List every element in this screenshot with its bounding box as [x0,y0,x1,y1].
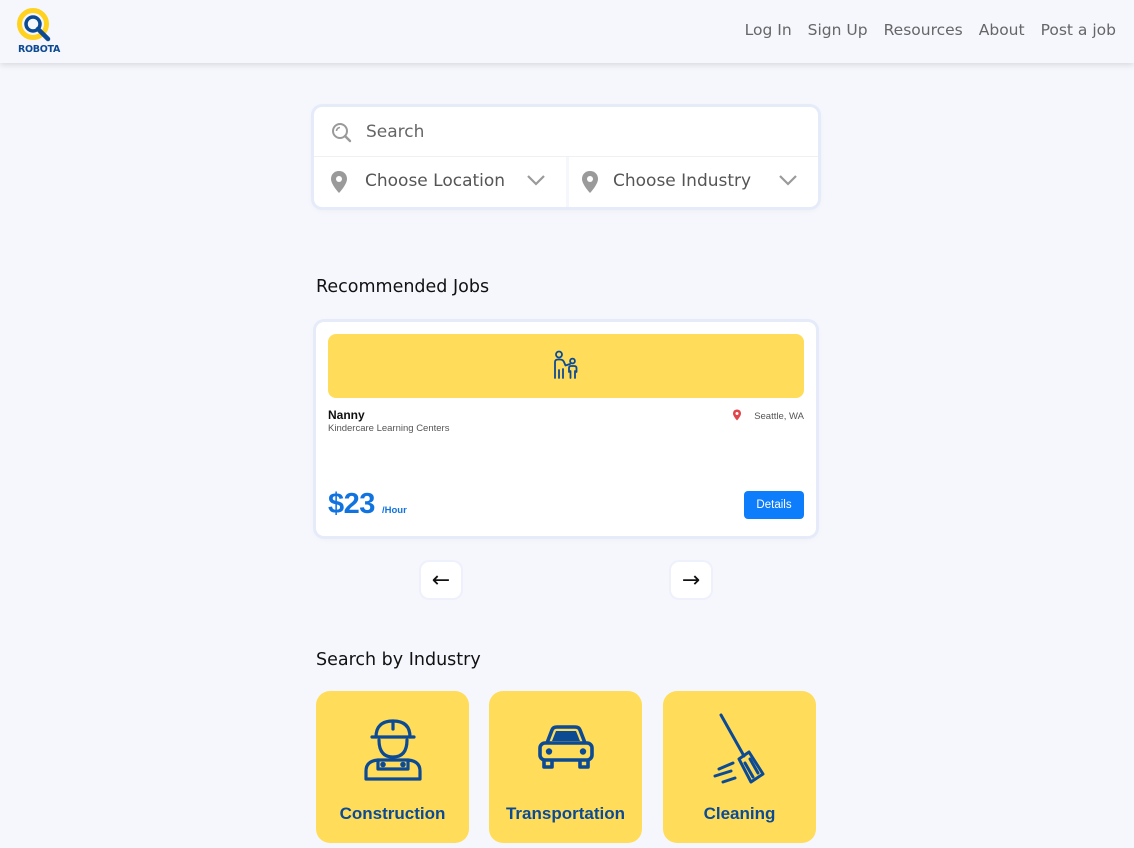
previous-job-button[interactable]: ← [421,562,461,598]
logo-text: ROBOTA [18,44,61,55]
nav-post-job-link[interactable]: Post a job [1041,21,1116,39]
car-icon [537,725,594,769]
nav-login-link[interactable]: Log In [745,21,792,39]
nav-signup-link[interactable]: Sign Up [808,21,868,39]
search-icon [332,123,352,143]
chevron-down-icon [779,175,797,186]
parent-child-icon [554,350,578,379]
industry-tile-construction[interactable]: Construction [316,691,469,843]
main-nav: Log In Sign Up Resources About Post a jo… [745,21,1116,39]
industry-label: Cleaning [703,804,776,823]
industry-label: Transportation [505,804,625,823]
search-by-industry-heading: Search by Industry [316,650,481,670]
job-title[interactable]: Nanny [328,408,365,422]
location-pin-icon [582,171,598,193]
industry-select-label: Choose Industry [613,171,752,191]
chevron-down-icon [527,175,545,186]
next-job-button[interactable]: → [671,562,711,598]
magnifier-logo-icon [17,8,51,42]
location-pin-icon [331,171,347,193]
job-banner [328,334,804,398]
construction-worker-icon [363,719,422,781]
nav-resources-link[interactable]: Resources [884,21,963,39]
top-nav-bar: ROBOTA Log In Sign Up Resources About Po… [0,0,1134,63]
industry-tile-transportation[interactable]: Transportation [489,691,642,843]
recommended-jobs-heading: Recommended Jobs [316,277,490,297]
location-select-label: Choose Location [365,171,506,191]
location-pin-icon [733,409,741,421]
robota-logo[interactable]: ROBOTA [14,5,61,57]
job-company: Kindercare Learning Centers [328,423,450,434]
industry-tile-cleaning[interactable]: Cleaning [663,691,816,843]
industry-select[interactable]: Choose Industry [566,157,818,207]
job-pay-unit: /Hour [382,505,407,516]
search-panel: Choose Location Choose Industry [314,107,818,207]
search-input[interactable] [366,118,796,146]
industry-label: Construction [339,804,446,823]
details-button[interactable]: Details [744,491,804,519]
job-card[interactable]: Nanny Kindercare Learning Centers Seattl… [316,322,816,536]
nav-about-link[interactable]: About [979,21,1025,39]
location-select[interactable]: Choose Location [314,157,566,207]
job-location: Seattle, WA [754,411,804,422]
job-pay: $23 [328,488,375,520]
broom-icon [713,713,764,784]
search-row [314,107,818,157]
